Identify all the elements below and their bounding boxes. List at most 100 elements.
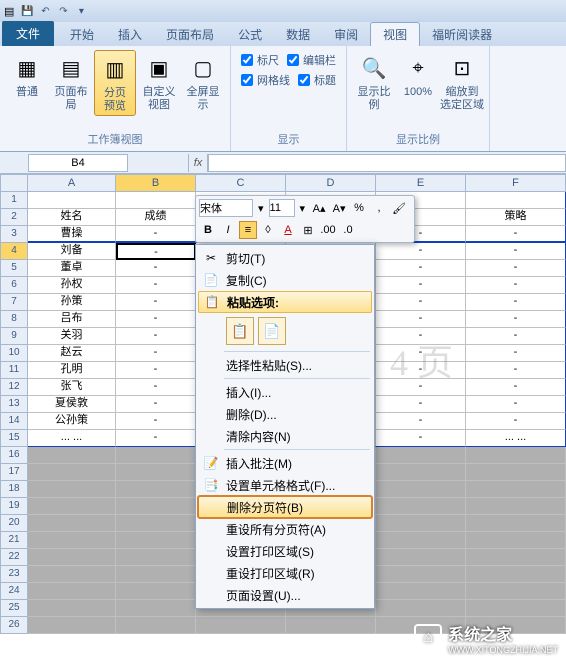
row-header[interactable]: 8: [0, 311, 28, 328]
cell[interactable]: 姓名: [28, 209, 116, 226]
cell[interactable]: -: [376, 328, 466, 345]
row-header[interactable]: 1: [0, 192, 28, 209]
page-break-preview-button[interactable]: ▥分页 预览: [94, 50, 136, 116]
row-header[interactable]: 2: [0, 209, 28, 226]
cell[interactable]: 夏侯敦: [28, 396, 116, 413]
headings-checkbox[interactable]: 标题: [294, 70, 340, 90]
cell-empty[interactable]: [466, 549, 566, 566]
cell-empty[interactable]: [466, 447, 566, 464]
row-header[interactable]: 7: [0, 294, 28, 311]
row-header[interactable]: 5: [0, 260, 28, 277]
cell[interactable]: [28, 192, 116, 209]
col-header-D[interactable]: D: [286, 174, 376, 192]
row-header[interactable]: 22: [0, 549, 28, 566]
cell-empty[interactable]: [196, 617, 286, 634]
col-header-B[interactable]: B: [116, 174, 196, 192]
cell-empty[interactable]: [116, 464, 196, 481]
cell[interactable]: 董卓: [28, 260, 116, 277]
save-button[interactable]: 💾: [18, 2, 36, 20]
normal-view-button[interactable]: ▦普通: [6, 50, 48, 101]
cell[interactable]: -: [466, 260, 566, 277]
cell-empty[interactable]: [376, 532, 466, 549]
cell[interactable]: -: [376, 311, 466, 328]
cell[interactable]: -: [376, 345, 466, 362]
page-layout-view-button[interactable]: ▤页面布局: [50, 50, 92, 114]
cell-empty[interactable]: [116, 566, 196, 583]
row-header[interactable]: 9: [0, 328, 28, 345]
cell[interactable]: -: [466, 413, 566, 430]
cell[interactable]: -: [376, 260, 466, 277]
cell-empty[interactable]: [28, 447, 116, 464]
qat-customize[interactable]: ▾: [72, 2, 90, 20]
menu-item[interactable]: 插入(I)...: [198, 381, 372, 403]
menu-item[interactable]: 删除(D)...: [198, 403, 372, 425]
cell[interactable]: -: [116, 379, 196, 396]
cell[interactable]: -: [466, 328, 566, 345]
cell-empty[interactable]: [28, 617, 116, 634]
cell[interactable]: 孙权: [28, 277, 116, 294]
col-header-E[interactable]: E: [376, 174, 466, 192]
cell[interactable]: -: [116, 260, 196, 277]
increase-decimal-button[interactable]: .00: [319, 221, 337, 239]
cell[interactable]: -: [466, 311, 566, 328]
cell-empty[interactable]: [466, 532, 566, 549]
cell[interactable]: -: [116, 396, 196, 413]
comma-button[interactable]: ,: [370, 199, 388, 217]
tab-insert[interactable]: 插入: [106, 23, 154, 46]
cell-empty[interactable]: [28, 532, 116, 549]
menu-item[interactable]: 📝插入批注(M): [198, 452, 372, 474]
cell[interactable]: 吕布: [28, 311, 116, 328]
tab-file[interactable]: 文件: [2, 21, 54, 46]
cell[interactable]: -: [116, 311, 196, 328]
cell-empty[interactable]: [286, 617, 376, 634]
redo-button[interactable]: ↷: [54, 2, 72, 20]
col-header-C[interactable]: C: [196, 174, 286, 192]
menu-item[interactable]: 📄复制(C): [198, 269, 372, 291]
cell-empty[interactable]: [116, 600, 196, 617]
cell-empty[interactable]: [376, 481, 466, 498]
row-header[interactable]: 19: [0, 498, 28, 515]
row-header[interactable]: 6: [0, 277, 28, 294]
cell[interactable]: ... ...: [28, 430, 116, 447]
zoom-100-button[interactable]: ⌖100%: [397, 50, 439, 101]
tab-home[interactable]: 开始: [58, 23, 106, 46]
cell-empty[interactable]: [466, 498, 566, 515]
row-header[interactable]: 11: [0, 362, 28, 379]
align-center-button[interactable]: ≡: [239, 221, 257, 239]
cell[interactable]: -: [376, 430, 466, 447]
format-painter-button[interactable]: 🖌: [390, 199, 408, 217]
cell[interactable]: -: [116, 413, 196, 430]
fill-color-button[interactable]: ◊: [259, 221, 277, 239]
col-header-F[interactable]: F: [466, 174, 566, 192]
cell[interactable]: -: [116, 345, 196, 362]
cell[interactable]: -: [116, 430, 196, 447]
tab-foxit[interactable]: 福昕阅读器: [420, 23, 504, 46]
cell-empty[interactable]: [376, 549, 466, 566]
cell-empty[interactable]: [466, 481, 566, 498]
cell[interactable]: 赵云: [28, 345, 116, 362]
cell[interactable]: -: [116, 277, 196, 294]
cell-empty[interactable]: [376, 600, 466, 617]
cell-empty[interactable]: [376, 447, 466, 464]
paste-option-values[interactable]: 📄: [258, 317, 286, 345]
menu-item[interactable]: 设置打印区域(S): [198, 540, 372, 562]
font-color-button[interactable]: A: [279, 221, 297, 239]
menu-item[interactable]: 选择性粘贴(S)...: [198, 354, 372, 376]
row-header[interactable]: 17: [0, 464, 28, 481]
row-header[interactable]: 20: [0, 515, 28, 532]
cell-empty[interactable]: [116, 549, 196, 566]
col-header-A[interactable]: A: [28, 174, 116, 192]
menu-item[interactable]: 重设打印区域(R): [198, 562, 372, 584]
cell-empty[interactable]: [376, 515, 466, 532]
row-header[interactable]: 18: [0, 481, 28, 498]
name-box[interactable]: [28, 154, 128, 172]
cell-empty[interactable]: [116, 617, 196, 634]
cell[interactable]: -: [376, 362, 466, 379]
decrease-decimal-button[interactable]: .0: [339, 221, 357, 239]
cell[interactable]: -: [466, 243, 566, 260]
cell[interactable]: -: [116, 328, 196, 345]
formula-bar-checkbox[interactable]: 编辑栏: [283, 50, 340, 70]
cell[interactable]: 刘备: [28, 243, 116, 260]
shrink-font-button[interactable]: A▾: [330, 199, 348, 217]
bold-button[interactable]: B: [199, 221, 217, 239]
